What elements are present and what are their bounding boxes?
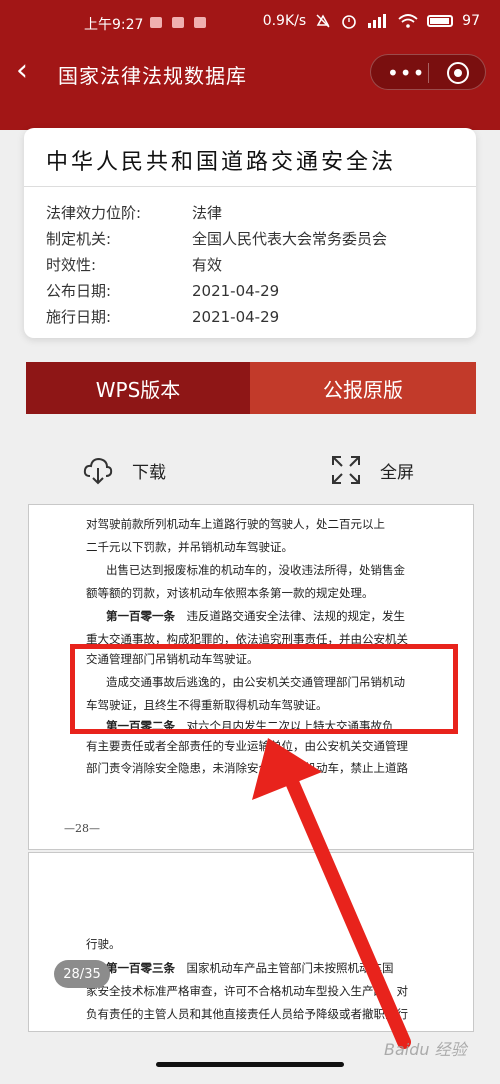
doc-line: 行驶。 (86, 937, 121, 951)
doc-line: 有主要责任或者全部责任的专业运输单位，由公安机关交通管理 (86, 739, 408, 753)
nav-bar: ‹ 国家法律法规数据库 ••• (0, 44, 500, 102)
notification-icon (150, 17, 162, 28)
doc-line: 出售已达到报废标准的机动车的，没收违法所得，处销售金 (106, 563, 405, 577)
version-tabs: WPS版本 公报原版 (26, 362, 476, 414)
info-value: 2021-04-29 (192, 282, 280, 300)
document-toolbar: 下载 全屏 (0, 440, 500, 502)
info-row-level: 法律效力位阶: 法律 (46, 202, 222, 223)
tab-gazette-original[interactable]: 公报原版 (250, 362, 476, 414)
battery-icon (427, 15, 454, 27)
info-key: 法律效力位阶: (46, 204, 142, 222)
status-time: 上午9:27 (84, 17, 144, 33)
doc-line: 负有责任的主管人员和其他直接责任人员给予降级或者撤职的行 (86, 1007, 408, 1021)
doc-line: 对驾驶前款所列机动车上道路行驶的驾驶人，处二百元以上 (86, 517, 385, 531)
notification-icon (194, 17, 206, 28)
alarm-icon (342, 15, 356, 29)
divider (24, 186, 476, 187)
header-background (0, 102, 500, 130)
doc-line-text: 违反道路交通安全法律、法规的规定，发生 (186, 609, 406, 623)
law-info-card: 中华人民共和国道路交通安全法 法律效力位阶: 法律 制定机关: 全国人民代表大会常务… (24, 128, 476, 338)
fullscreen-icon (332, 456, 360, 484)
law-title: 中华人民共和国道路交通安全法 (46, 150, 397, 175)
more-icon[interactable]: ••• (387, 61, 425, 85)
page-title: 国家法律法规数据库 (58, 64, 247, 88)
page-number: —28— (64, 822, 100, 835)
fullscreen-button[interactable]: 全屏 (330, 454, 414, 486)
info-value: 有效 (192, 256, 223, 274)
info-row-validity: 时效性: 有效 (46, 254, 222, 275)
back-icon[interactable]: ‹ (16, 54, 28, 88)
doc-line: 部门责令消除安全隐患，未消除安全隐患的机动车，禁止上道路 (86, 761, 408, 775)
doc-line: 二千元以下罚款，并吊销机动车驾驶证。 (86, 540, 293, 554)
article-heading: 第一百零一条 (106, 609, 175, 623)
doc-line: 额等额的罚款，对该机动车依照本条第一款的规定处理。 (86, 586, 374, 600)
wifi-icon (398, 14, 418, 28)
signal-icon (368, 14, 387, 28)
fullscreen-label: 全屏 (380, 462, 414, 483)
mute-icon (316, 14, 330, 28)
home-indicator[interactable] (156, 1062, 344, 1067)
download-button[interactable]: 下载 (82, 454, 166, 486)
battery-level: 97 (462, 13, 480, 29)
notification-icon (172, 17, 184, 28)
download-label: 下载 (132, 462, 166, 483)
doc-line: 第一百零一条 违反道路交通安全法律、法规的规定，发生 (106, 608, 405, 624)
info-key: 制定机关: (46, 230, 112, 248)
status-bar: 上午9:27 0.9K/s 97 (0, 0, 500, 44)
info-row-publish-date: 公布日期: 2021-04-29 (46, 280, 279, 301)
mini-program-capsule: ••• (370, 54, 486, 90)
page-counter: 28/35 (54, 960, 110, 988)
capsule-divider (428, 63, 429, 83)
info-row-effective-date: 施行日期: 2021-04-29 (46, 306, 279, 327)
tab-wps-version[interactable]: WPS版本 (26, 362, 250, 414)
info-value: 全国人民代表大会常务委员会 (192, 230, 388, 248)
highlight-box (70, 644, 458, 734)
info-value: 法律 (192, 204, 223, 222)
doc-line: 第一百零三条 国家机动车产品主管部门未按照机动车国 (106, 960, 394, 976)
watermark-logo: Baidu 经验 (384, 1040, 467, 1059)
info-key: 施行日期: (46, 308, 112, 326)
article-heading: 第一百零三条 (106, 961, 175, 975)
close-target-icon[interactable] (447, 62, 469, 84)
doc-line: 家安全技术标准严格审查，许可不合格机动车型投入生产的，对 (86, 984, 408, 998)
info-value: 2021-04-29 (192, 308, 280, 326)
network-speed: 0.9K/s (262, 13, 307, 29)
cloud-download-icon (83, 457, 113, 485)
doc-line-text: 国家机动车产品主管部门未按照机动车国 (186, 961, 394, 975)
info-key: 时效性: (46, 256, 97, 274)
info-key: 公布日期: (46, 282, 112, 300)
info-row-authority: 制定机关: 全国人民代表大会常务委员会 (46, 228, 387, 249)
